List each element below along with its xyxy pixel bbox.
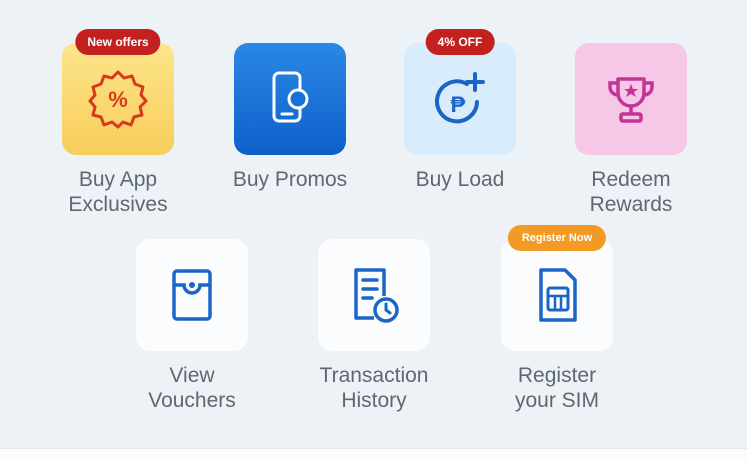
buy-load-label-line1: Buy Load <box>415 168 505 191</box>
transaction-history-label-line2: History <box>341 389 407 412</box>
redeem-rewards-icon-box[interactable] <box>575 43 687 155</box>
redeem-rewards-tile[interactable]: Redeem Rewards <box>551 43 711 217</box>
buy-app-exclusives-label-line2: Exclusives <box>68 193 168 216</box>
view-vouchers-label-line1: View <box>169 364 215 387</box>
redeem-rewards-label-line2: Rewards <box>589 193 673 216</box>
register-sim-icon-box[interactable]: Register Now <box>501 225 613 351</box>
redeem-rewards-label-line1: Redeem <box>591 168 671 191</box>
trophy-icon <box>608 77 654 123</box>
view-vouchers-label: View Vouchers <box>112 363 272 413</box>
buy-load-tile[interactable]: 4% OFF ₱ Buy Load <box>380 29 540 192</box>
transaction-history-icon-box[interactable] <box>318 239 430 351</box>
sim-card-icon <box>539 268 577 322</box>
view-vouchers-icon-box[interactable] <box>136 239 248 351</box>
history-document-icon <box>354 268 399 323</box>
buy-promos-tile[interactable]: Buy Promos <box>210 43 370 192</box>
view-vouchers-label-line2: Vouchers <box>148 389 236 412</box>
register-sim-label-line2: your SIM <box>514 389 600 412</box>
svg-text:₱: ₱ <box>451 92 466 117</box>
buy-promos-icon-box[interactable] <box>234 43 346 155</box>
discount-badge: 4% OFF <box>425 29 495 55</box>
buy-load-icon-box[interactable]: 4% OFF ₱ <box>404 29 516 155</box>
new-offers-badge: New offers <box>75 29 161 55</box>
transaction-history-tile[interactable]: Transaction History <box>294 239 454 413</box>
phone-search-icon <box>272 71 309 123</box>
peso-plus-icon: ₱ <box>435 72 485 124</box>
buy-promos-label-line1: Buy Promos <box>232 168 348 191</box>
view-vouchers-tile[interactable]: View Vouchers <box>112 239 272 413</box>
buy-app-exclusives-tile[interactable]: New offers % Buy App Exclusives <box>38 29 198 217</box>
redeem-rewards-label: Redeem Rewards <box>551 167 711 217</box>
transaction-history-label: Transaction History <box>294 363 454 413</box>
register-sim-label-line1: Register <box>517 364 597 387</box>
buy-app-exclusives-icon-box[interactable]: New offers % <box>62 29 174 155</box>
percent-seal-icon: % <box>88 70 148 129</box>
svg-text:%: % <box>108 87 128 112</box>
buy-app-exclusives-label: Buy App Exclusives <box>38 167 198 217</box>
register-sim-tile[interactable]: Register Now Register your SIM <box>477 225 637 413</box>
buy-promos-label: Buy Promos <box>210 167 370 192</box>
transaction-history-label-line1: Transaction <box>319 364 429 387</box>
buy-app-exclusives-label-line1: Buy App <box>78 168 158 191</box>
voucher-icon <box>172 269 212 321</box>
next-section-edge <box>0 448 747 460</box>
buy-load-label: Buy Load <box>380 167 540 192</box>
register-now-badge: Register Now <box>507 225 607 251</box>
register-sim-label: Register your SIM <box>477 363 637 413</box>
